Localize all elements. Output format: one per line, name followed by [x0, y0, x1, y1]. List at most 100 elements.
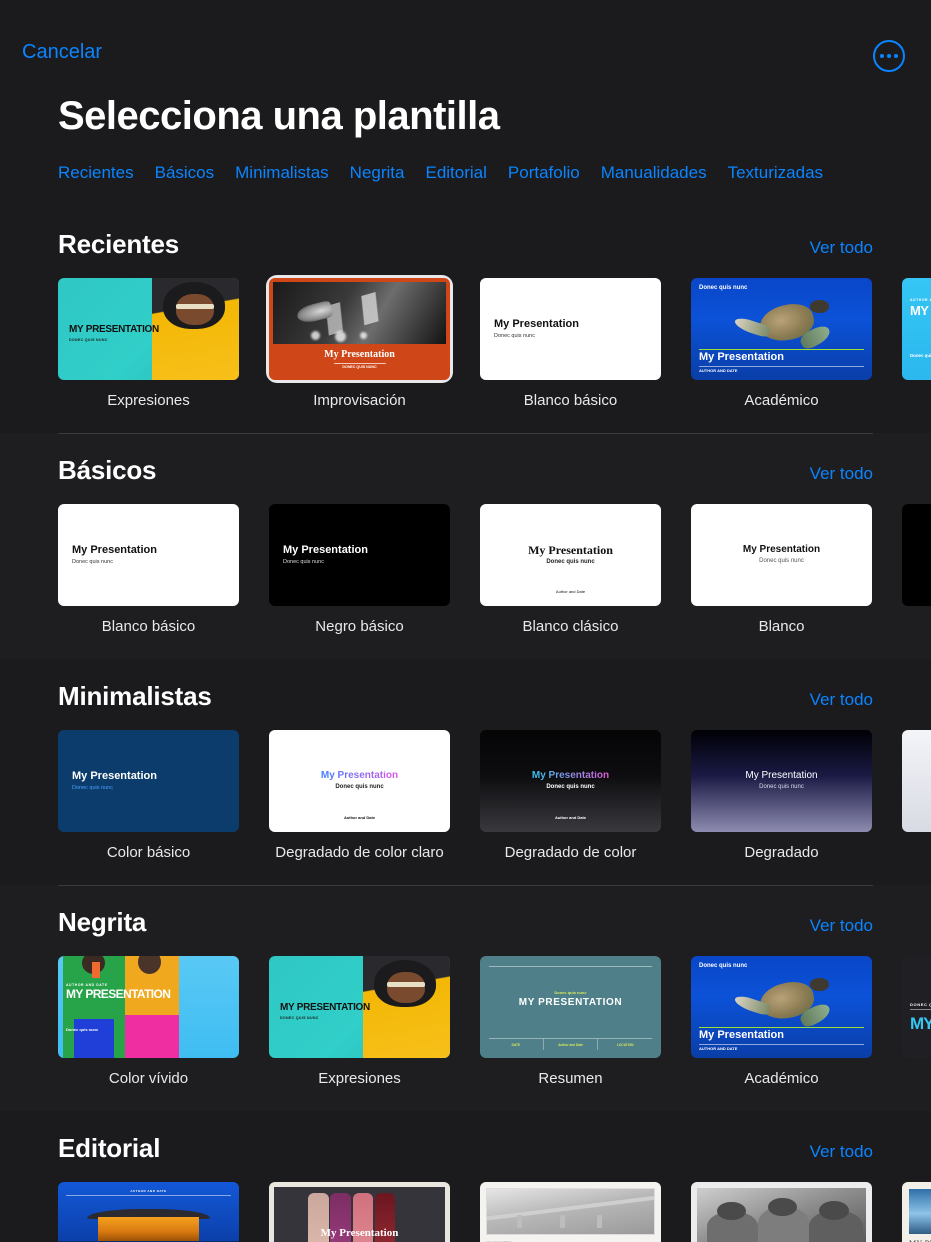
- template-thumbnail-wrap[interactable]: AUTHOR AND DATE MY PRESENTATION Donec qu…: [902, 278, 931, 380]
- template-thumbnail-wrap[interactable]: My Presentation Donec quis nunc Author a…: [269, 730, 450, 832]
- template-preview-blanco-basico: My Presentation Donec quis nunc Author a…: [58, 504, 239, 606]
- template-name: Blanco básico: [101, 618, 196, 635]
- template-row[interactable]: MY PRESENTATION DONEC QUIS NUNC Expresio…: [0, 260, 931, 409]
- template-card[interactable]: My Presentation Donec quis nunc Author a…: [58, 730, 239, 861]
- template-thumbnail-wrap[interactable]: [902, 730, 931, 832]
- template-thumbnail-wrap[interactable]: [902, 504, 931, 606]
- category-link-recientes[interactable]: Recientes: [58, 163, 134, 183]
- template-thumbnail-wrap-selected[interactable]: My Presentation DONEC QUIS NUNC: [269, 278, 450, 380]
- template-thumbnail-wrap[interactable]: My Presentation Author and Date: [269, 1182, 450, 1242]
- template-thumbnail-wrap[interactable]: MY PRESENTATION DONEC QUIS NUNC: [58, 278, 239, 380]
- template-thumbnail-wrap[interactable]: DONEC QUIS NUNC MY PRESENTATION: [902, 956, 931, 1058]
- see-all-link[interactable]: Ver todo: [810, 1142, 873, 1162]
- template-thumbnail-wrap[interactable]: AUTHOR AND DATE MY PRESENTATION Donec qu…: [58, 956, 239, 1058]
- template-thumbnail-wrap[interactable]: My Presentation Donec quis nunc Author a…: [269, 504, 450, 606]
- preview-text-block: My Presentation Donec quis nunc: [691, 504, 872, 606]
- template-thumbnail-wrap[interactable]: Donec quis nunc MY PRESENTATION DATE Aut…: [480, 956, 661, 1058]
- template-row[interactable]: AUTHOR AND DATE My Presentation Donec qu…: [0, 1164, 931, 1242]
- template-preview-partial: [902, 730, 931, 832]
- template-card[interactable]: MY PRESENTATION DONEC QUIS NUNC Expresio…: [269, 956, 450, 1087]
- category-link-editorial[interactable]: Editorial: [425, 163, 486, 183]
- template-thumbnail-wrap[interactable]: Donec quis nunc My Presentation AUTHOR A…: [691, 956, 872, 1058]
- template-thumbnail-wrap[interactable]: My Presentation Donec quis nunc Author a…: [58, 730, 239, 832]
- template-card[interactable]: AUTHOR AND DATE MY PRESENTATION Donec qu…: [58, 956, 239, 1087]
- category-link-negrita[interactable]: Negrita: [350, 163, 405, 183]
- template-thumbnail-wrap[interactable]: MY PRESENTATION Donec quis nunc: [902, 1182, 931, 1242]
- template-thumbnail-wrap[interactable]: My Presentation Donec quis nunc Author a…: [480, 278, 661, 380]
- see-all-link[interactable]: Ver todo: [810, 238, 873, 258]
- section-title: Editorial: [58, 1133, 161, 1163]
- template-card[interactable]: My Presentation Donec quis nunc: [691, 1182, 872, 1242]
- photo-trumpet: [273, 282, 446, 345]
- template-card[interactable]: My Presentation Donec quis nunc Author a…: [480, 504, 661, 635]
- template-row[interactable]: My Presentation Donec quis nunc Author a…: [0, 712, 931, 861]
- template-card[interactable]: Donec quis nunc My Presentation AUTHOR A…: [691, 956, 872, 1087]
- more-options-button[interactable]: [873, 40, 905, 72]
- template-thumbnail-wrap[interactable]: My Presentation Donec quis nunc: [691, 504, 872, 606]
- photo-seaside: [909, 1189, 931, 1234]
- preview-subtitle: Donec quis nunc: [283, 559, 324, 566]
- template-thumbnail-wrap[interactable]: Donec quis nunc My Presentation AUTHOR A…: [691, 278, 872, 380]
- template-card[interactable]: Lorem Ipsum Dolor My Presentation Lorem …: [480, 1182, 661, 1242]
- template-card[interactable]: My Presentation Donec quis nunc Author a…: [269, 504, 450, 635]
- template-thumbnail-wrap[interactable]: AUTHOR AND DATE My Presentation Donec qu…: [58, 1182, 239, 1242]
- template-thumbnail-wrap[interactable]: My Presentation Donec quis nunc Author a…: [480, 504, 661, 606]
- template-card[interactable]: Donec quis nunc My Presentation AUTHOR A…: [691, 278, 872, 409]
- preview-subtitle: Donec quis nunc: [554, 989, 587, 995]
- section-negrita: Negrita Ver todo AUTHOR AND DATE MY PRES…: [0, 885, 931, 1111]
- cancel-button[interactable]: Cancelar: [22, 42, 102, 62]
- category-link-basicos[interactable]: Básicos: [155, 163, 215, 183]
- accent-rule: [699, 1027, 864, 1028]
- photo-turtle-head: [810, 978, 829, 991]
- template-thumbnail-wrap[interactable]: My Presentation Donec quis nunc: [691, 730, 872, 832]
- preview-title: MY PRESENTATION: [518, 997, 623, 1009]
- preview-title: My Presentation: [283, 543, 368, 556]
- category-link-portafolio[interactable]: Portafolio: [508, 163, 580, 183]
- template-thumbnail-wrap[interactable]: MY PRESENTATION DONEC QUIS NUNC: [269, 956, 450, 1058]
- preview-subtitle: Donec quis nunc: [699, 285, 748, 291]
- preview-text-block: My Presentation Donec quis nunc: [58, 730, 239, 832]
- preview-title: My Presentation: [745, 770, 818, 782]
- preview-footer: DATE Author and Date LOCATION: [489, 1038, 652, 1050]
- template-thumbnail-wrap[interactable]: Lorem Ipsum Dolor My Presentation Lorem …: [480, 1182, 661, 1242]
- see-all-link[interactable]: Ver todo: [810, 464, 873, 484]
- template-thumbnail-wrap[interactable]: My Presentation Donec quis nunc Author a…: [58, 504, 239, 606]
- template-card[interactable]: AUTHOR AND DATE My Presentation Donec qu…: [58, 1182, 239, 1242]
- preview-subtitle: Donec quis nunc: [759, 557, 804, 564]
- section-recientes: Recientes Ver todo MY PRESENTATION DONEC…: [0, 207, 931, 433]
- template-thumbnail-wrap[interactable]: My Presentation Donec quis nunc Author a…: [480, 730, 661, 832]
- template-card-partial[interactable]: MY PRESENTATION Donec quis nunc: [902, 1182, 931, 1242]
- template-card[interactable]: My Presentation Donec quis nunc Author a…: [58, 504, 239, 635]
- template-card[interactable]: Donec quis nunc MY PRESENTATION DATE Aut…: [480, 956, 661, 1087]
- preview-title: MY PRESENTATION: [910, 303, 931, 318]
- template-card-partial[interactable]: [902, 504, 931, 635]
- template-card[interactable]: My Presentation Donec quis nunc Blanco: [691, 504, 872, 635]
- template-preview-academico: Donec quis nunc My Presentation AUTHOR A…: [691, 956, 872, 1058]
- section-editorial: Editorial Ver todo AUTHOR AND DATE My Pr…: [0, 1111, 931, 1242]
- category-link-manualidades[interactable]: Manualidades: [601, 163, 707, 183]
- template-preview-degradado-color-claro: My Presentation Donec quis nunc Author a…: [269, 730, 450, 832]
- category-link-texturizadas[interactable]: Texturizadas: [728, 163, 823, 183]
- template-row[interactable]: My Presentation Donec quis nunc Author a…: [0, 486, 931, 635]
- divider-rule: [333, 362, 386, 364]
- template-card[interactable]: My Presentation Donec quis nunc Author a…: [480, 278, 661, 409]
- template-card[interactable]: My Presentation Donec quis nunc Author a…: [269, 730, 450, 861]
- template-card[interactable]: My Presentation Author and Date: [269, 1182, 450, 1242]
- template-card-partial[interactable]: DONEC QUIS NUNC MY PRESENTATION: [902, 956, 931, 1087]
- template-card-partial[interactable]: AUTHOR AND DATE MY PRESENTATION Donec qu…: [902, 278, 931, 409]
- photo-glasses-shape: [175, 303, 214, 309]
- see-all-link[interactable]: Ver todo: [810, 690, 873, 710]
- template-preview-opera: AUTHOR AND DATE My Presentation Donec qu…: [58, 1182, 239, 1242]
- see-all-link[interactable]: Ver todo: [810, 916, 873, 936]
- template-row[interactable]: AUTHOR AND DATE MY PRESENTATION Donec qu…: [0, 938, 931, 1087]
- template-card[interactable]: My Presentation DONEC QUIS NUNC Improvis…: [269, 278, 450, 409]
- template-card[interactable]: My Presentation Donec quis nunc Author a…: [480, 730, 661, 861]
- template-card[interactable]: MY PRESENTATION DONEC QUIS NUNC Expresio…: [58, 278, 239, 409]
- category-link-minimalistas[interactable]: Minimalistas: [235, 163, 329, 183]
- photo-glasses-shape: [386, 981, 425, 987]
- template-card[interactable]: My Presentation Donec quis nunc Degradad…: [691, 730, 872, 861]
- template-name: Blanco básico: [523, 392, 618, 409]
- template-card-partial[interactable]: [902, 730, 931, 861]
- template-thumbnail-wrap[interactable]: My Presentation Donec quis nunc: [691, 1182, 872, 1242]
- section-header: Recientes Ver todo: [0, 207, 931, 260]
